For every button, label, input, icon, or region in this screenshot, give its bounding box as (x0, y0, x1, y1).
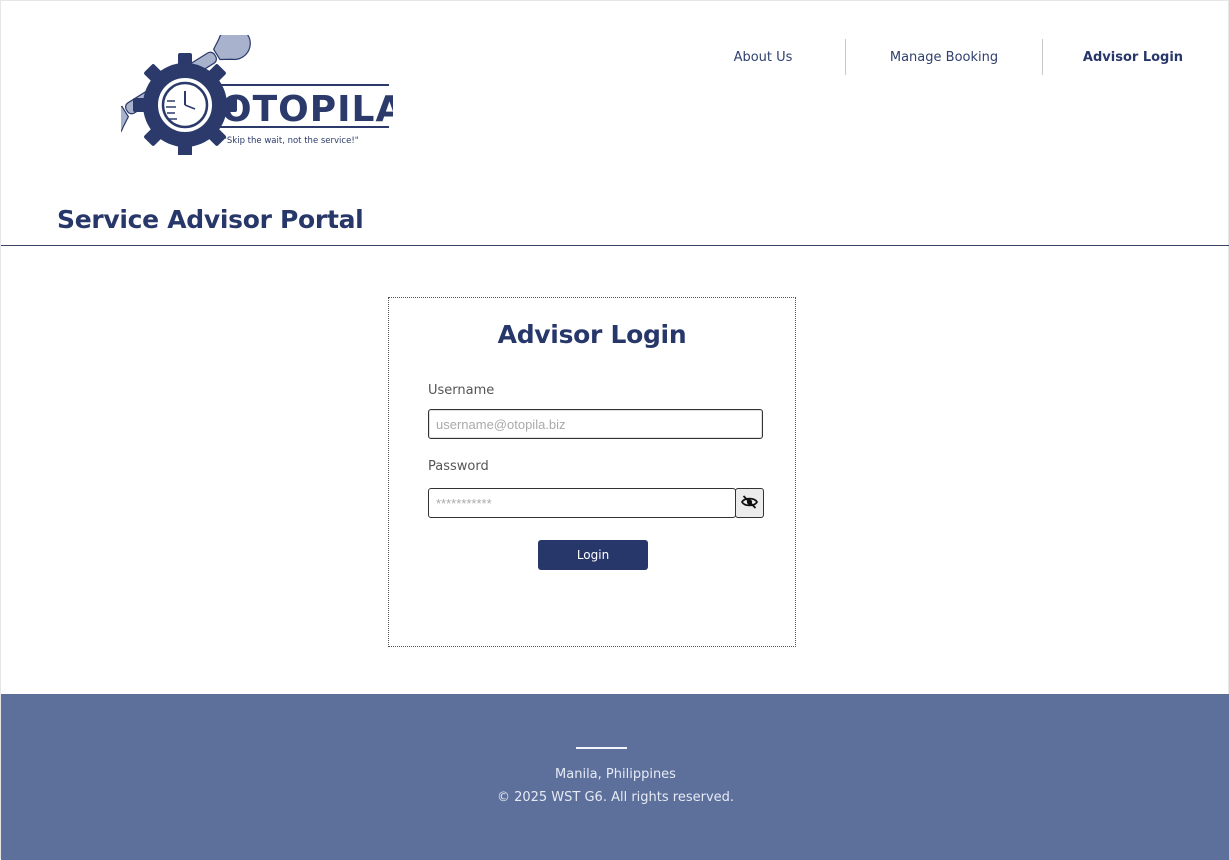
logo-wordmark: OTOPILA (221, 89, 393, 130)
footer-divider (576, 747, 627, 749)
login-card: Advisor Login Username Password Login (388, 297, 796, 647)
otopila-logo[interactable]: OTOPILA "Skip the wait, not the service!… (121, 35, 393, 155)
nav-advisor-login[interactable]: Advisor Login (1043, 50, 1223, 65)
main-nav: About Us Manage Booking Advisor Login (681, 39, 1223, 75)
footer-copyright: © 2025 WST G6. All rights reserved. (496, 790, 735, 805)
header-divider (1, 245, 1229, 246)
logo-tagline: "Skip the wait, not the service!" (223, 136, 359, 146)
password-input[interactable] (428, 488, 736, 518)
login-title: Advisor Login (497, 320, 687, 349)
password-label: Password (428, 459, 489, 474)
toggle-password-visibility-button[interactable] (735, 488, 764, 518)
login-button[interactable]: Login (538, 540, 648, 570)
footer-location: Manila, Philippines (555, 767, 676, 782)
username-label: Username (428, 383, 495, 398)
nav-about-us[interactable]: About Us (681, 50, 845, 65)
nav-manage-booking[interactable]: Manage Booking (846, 50, 1042, 65)
site-header: OTOPILA "Skip the wait, not the service!… (1, 1, 1229, 246)
page-title: Service Advisor Portal (57, 205, 364, 234)
username-input[interactable] (428, 409, 763, 439)
site-footer: Manila, Philippines © 2025 WST G6. All r… (1, 694, 1229, 860)
logo-graphic: OTOPILA "Skip the wait, not the service!… (121, 35, 393, 155)
eye-slash-icon (740, 494, 759, 512)
